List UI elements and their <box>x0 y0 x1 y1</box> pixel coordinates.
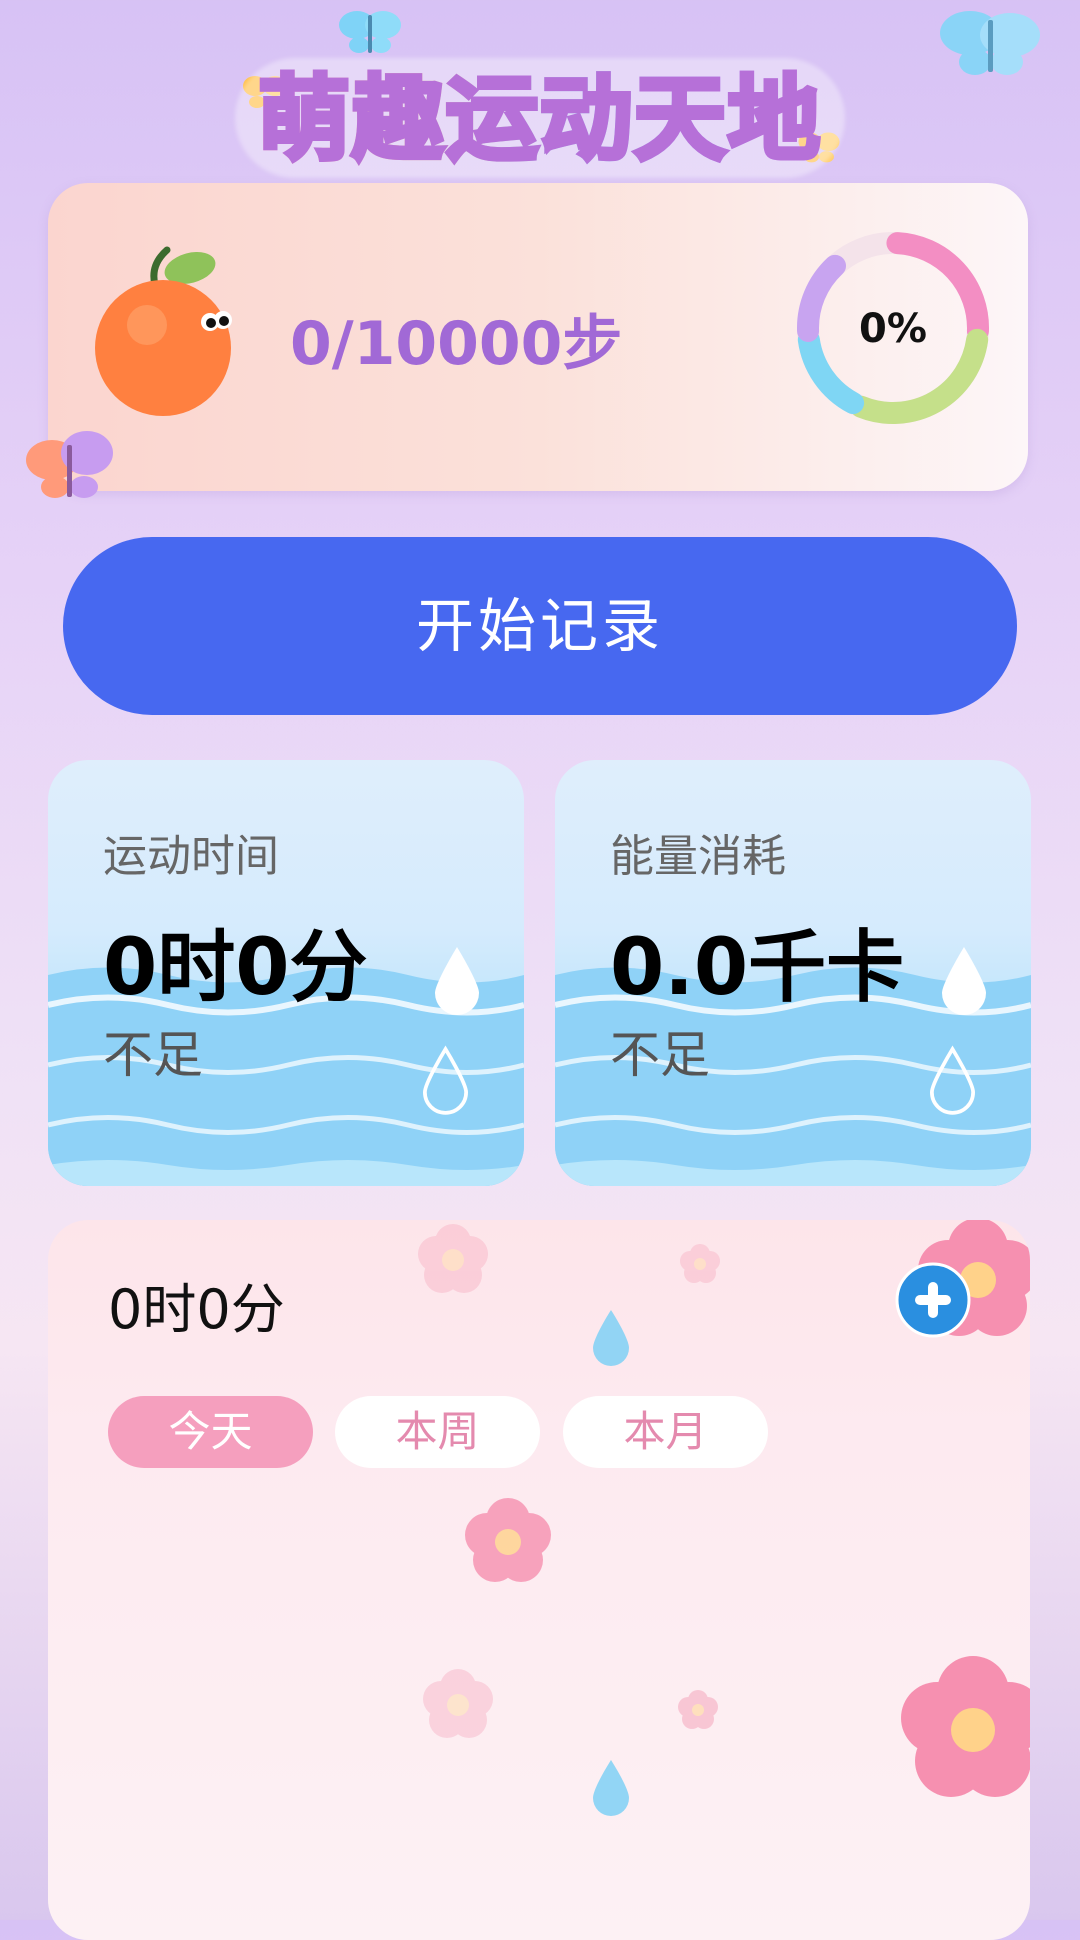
step-progress-percent: 0% <box>859 306 927 352</box>
exercise-time-label: 运动时间 <box>103 831 279 882</box>
tab-this-week[interactable]: 本周 <box>335 1396 540 1468</box>
tab-this-month[interactable]: 本月 <box>563 1396 768 1468</box>
energy-value: 0.0千卡 <box>610 923 905 1013</box>
total-time-value: 0时0分 <box>108 1278 285 1341</box>
plus-circle-icon[interactable] <box>895 1262 971 1338</box>
butterfly-icon <box>26 431 113 498</box>
water-drop-icon <box>942 947 986 1015</box>
exercise-time-card: 运动时间 0时0分 不足 <box>48 760 524 1186</box>
water-drop-icon <box>435 947 479 1015</box>
energy-label: 能量消耗 <box>610 831 786 882</box>
orange-mascot-icon <box>95 246 232 416</box>
energy-card: 能量消耗 0.0千卡 不足 <box>555 760 1031 1186</box>
water-drop-icon <box>930 1045 975 1115</box>
butterfly-icon <box>940 11 1040 75</box>
exercise-time-status: 不足 <box>103 1026 203 1084</box>
exercise-time-value: 0时0分 <box>103 923 368 1013</box>
tab-today[interactable]: 今天 <box>108 1396 313 1468</box>
energy-status: 不足 <box>610 1026 710 1084</box>
start-record-button[interactable]: 开始记录 <box>63 537 1017 715</box>
water-drop-icon <box>423 1045 468 1115</box>
app-title-banner: 萌趣运动天地 <box>235 40 845 180</box>
step-count: 0/10000步 <box>290 309 623 379</box>
app-title: 萌趣运动天地 <box>235 64 845 176</box>
